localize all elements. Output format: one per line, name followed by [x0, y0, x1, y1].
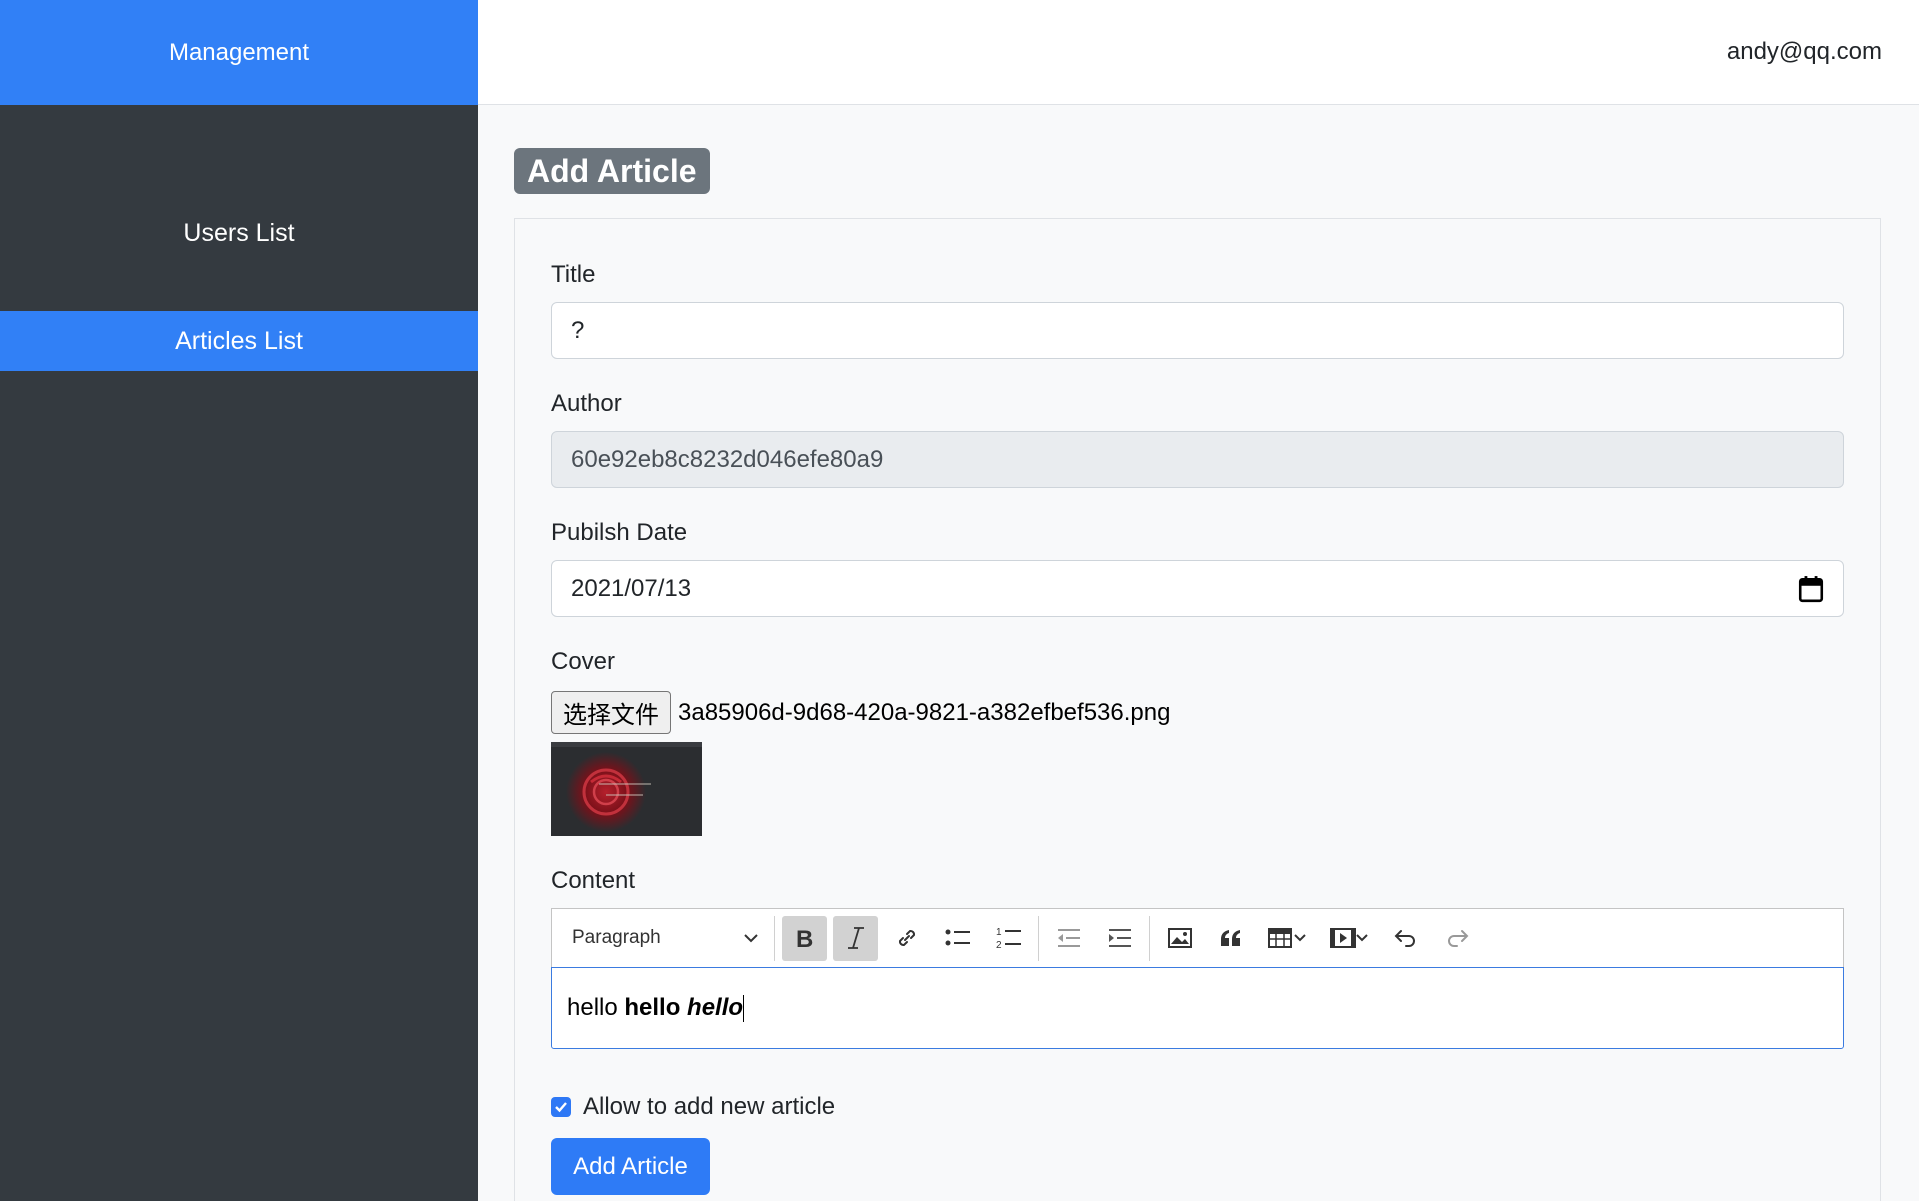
content-plain-text: hello [567, 993, 625, 1021]
cover-preview-graphic [551, 742, 702, 836]
numbered-list-button[interactable]: 12 [986, 916, 1031, 961]
allow-new-article-option: Allow to add new article [551, 1093, 835, 1121]
redo-button[interactable] [1434, 916, 1479, 961]
insert-image-button[interactable] [1157, 916, 1202, 961]
allow-new-article-label[interactable]: Allow to add new article [583, 1093, 835, 1121]
insert-table-button[interactable] [1259, 916, 1315, 961]
page-title: Add Article [514, 148, 710, 194]
media-icon [1330, 928, 1356, 948]
undo-button[interactable] [1383, 916, 1428, 961]
add-article-button[interactable]: Add Article [551, 1138, 710, 1195]
cover-preview-image [551, 742, 702, 836]
toolbar-divider [1038, 915, 1039, 961]
sidebar: Management Users List Articles List [0, 0, 478, 1201]
title-input[interactable] [551, 302, 1844, 359]
redo-icon [1447, 930, 1468, 947]
add-article-form: Title Author Pubilsh Date 2021/07/13 Cov… [514, 218, 1881, 1201]
main-content: Add Article Title Author Pubilsh Date 20… [478, 105, 1919, 1201]
content-bold-text: hello [624, 993, 688, 1021]
toolbar-divider [774, 915, 775, 961]
cover-file-name: 3a85906d-9d68-420a-9821-a382efbef536.png [678, 698, 1171, 726]
chevron-down-icon [1294, 934, 1306, 942]
calendar-icon[interactable] [1798, 575, 1824, 603]
publish-date-input[interactable]: 2021/07/13 [551, 560, 1844, 617]
heading-dropdown[interactable]: Paragraph [560, 916, 770, 961]
brand-title[interactable]: Management [0, 0, 478, 105]
content-editor[interactable]: hello hello hello [551, 967, 1844, 1049]
choose-file-button[interactable]: 选择文件 [551, 691, 671, 734]
svg-text:2: 2 [996, 940, 1002, 950]
block-quote-button[interactable] [1208, 916, 1253, 961]
bold-button[interactable]: B [782, 915, 827, 961]
author-label: Author [551, 390, 622, 417]
bulleted-list-button[interactable] [935, 916, 980, 961]
heading-dropdown-value: Paragraph [572, 927, 661, 948]
bold-icon: B [796, 926, 813, 950]
italic-icon [847, 927, 864, 949]
content-bold-italic-text: hello [687, 993, 744, 1021]
table-icon [1268, 928, 1292, 948]
toolbar-divider [1149, 915, 1150, 961]
user-email[interactable]: andy@qq.com [1727, 38, 1882, 66]
insert-media-button[interactable] [1321, 916, 1377, 961]
sidebar-item-users-list[interactable]: Users List [0, 203, 478, 263]
editor-toolbar: Paragraph B 12 [551, 908, 1844, 967]
cover-label: Cover [551, 648, 616, 675]
undo-icon [1394, 930, 1415, 947]
numbered-list-icon: 12 [996, 927, 1021, 950]
top-bar: andy@qq.com [478, 0, 1919, 105]
text-caret [743, 995, 745, 1023]
sidebar-item-label: Users List [183, 218, 295, 247]
chevron-down-icon [1356, 934, 1368, 942]
sidebar-item-articles-list[interactable]: Articles List [0, 311, 478, 371]
link-icon [898, 929, 915, 947]
content-text: hello hello hello [567, 993, 745, 1023]
quote-icon [1220, 930, 1240, 946]
cover-file-input: 选择文件 3a85906d-9d68-420a-9821-a382efbef53… [551, 691, 1170, 734]
bulleted-list-icon [945, 929, 970, 946]
chevron-down-icon [744, 934, 758, 943]
indent-icon [1108, 929, 1131, 947]
title-label: Title [551, 261, 596, 288]
svg-text:B: B [796, 926, 813, 950]
link-button[interactable] [884, 916, 929, 961]
publish-date-value: 2021/07/13 [571, 574, 692, 602]
author-input[interactable] [551, 431, 1844, 488]
outdent-button[interactable] [1046, 916, 1091, 961]
sidebar-nav: Users List Articles List [0, 203, 478, 371]
allow-new-article-checkbox[interactable] [551, 1097, 571, 1117]
outdent-icon [1057, 929, 1080, 947]
italic-button[interactable] [833, 915, 878, 961]
content-label: Content [551, 867, 636, 894]
indent-button[interactable] [1097, 916, 1142, 961]
image-icon [1167, 928, 1192, 948]
sidebar-item-label: Articles List [175, 326, 303, 355]
svg-text:1: 1 [996, 927, 1002, 938]
check-icon [555, 1102, 567, 1113]
publish-date-label: Pubilsh Date [551, 519, 688, 546]
